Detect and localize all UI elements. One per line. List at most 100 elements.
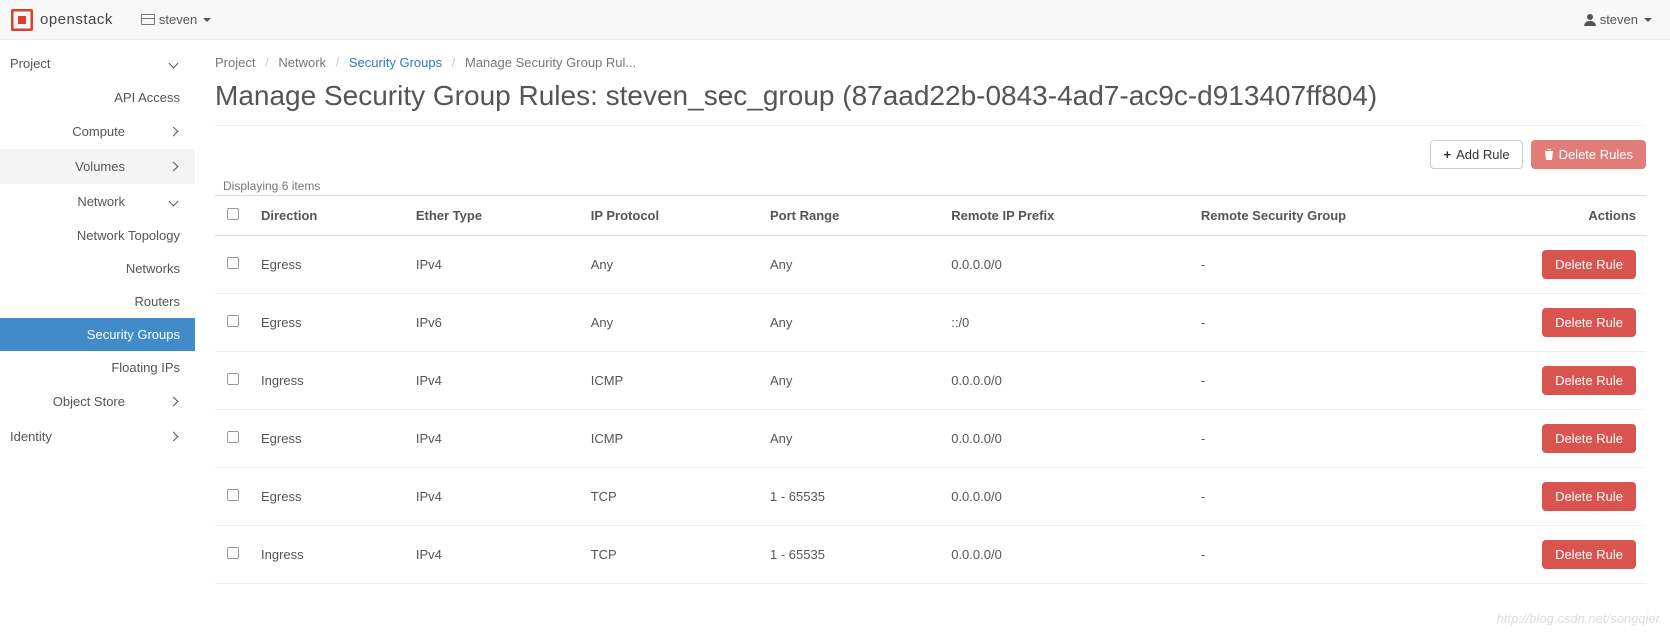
delete-rule-button[interactable]: Delete Rule	[1542, 250, 1636, 279]
sidebar-item-api-access[interactable]: API Access	[0, 81, 195, 114]
table-header-row: Direction Ether Type IP Protocol Port Ra…	[215, 196, 1646, 236]
cell-remote-ip: 0.0.0.0/0	[941, 352, 1191, 410]
chevron-right-icon	[169, 127, 179, 137]
sidebar-item-networks[interactable]: Networks	[0, 252, 195, 285]
sidebar-item-security-groups[interactable]: Security Groups	[0, 318, 195, 351]
sidebar: Project API Access Compute Volumes Netwo…	[0, 40, 195, 584]
col-ip-protocol[interactable]: IP Protocol	[581, 196, 760, 236]
trash-icon	[1544, 149, 1554, 161]
cell-direction: Egress	[251, 410, 406, 468]
chevron-down-icon	[169, 197, 179, 207]
user-label: steven	[1600, 12, 1638, 27]
delete-rules-button[interactable]: Delete Rules	[1531, 140, 1646, 169]
sidebar-section-object-store[interactable]: Object Store	[0, 384, 195, 419]
add-rule-button[interactable]: + Add Rule	[1430, 140, 1522, 169]
sidebar-section-identity[interactable]: Identity	[0, 419, 195, 454]
sidebar-item-label: Floating IPs	[111, 360, 180, 375]
breadcrumb-current: Manage Security Group Rul...	[465, 55, 636, 70]
breadcrumb-item[interactable]: Project	[215, 55, 255, 70]
cell-ip-protocol: Any	[581, 294, 760, 352]
button-label: Delete Rules	[1559, 147, 1633, 162]
row-checkbox[interactable]	[227, 315, 239, 327]
delete-rule-button[interactable]: Delete Rule	[1542, 540, 1636, 569]
table-row: EgressIPv4TCP1 - 655350.0.0.0/0-Delete R…	[215, 468, 1646, 526]
breadcrumb-sep: /	[452, 55, 456, 70]
button-label: Add Rule	[1456, 147, 1509, 162]
cell-ether-type: IPv4	[406, 468, 581, 526]
table-row: EgressIPv4ICMPAny0.0.0.0/0-Delete Rule	[215, 410, 1646, 468]
user-dropdown[interactable]: steven	[1576, 8, 1660, 31]
sidebar-item-label: Network Topology	[77, 228, 180, 243]
cell-port-range: 1 - 65535	[760, 468, 941, 526]
caret-down-icon	[1644, 18, 1652, 22]
sidebar-section-project[interactable]: Project	[0, 46, 195, 81]
page-title: Manage Security Group Rules: steven_sec_…	[215, 78, 1646, 126]
chevron-down-icon	[169, 59, 179, 69]
breadcrumb-item[interactable]: Network	[278, 55, 326, 70]
row-checkbox[interactable]	[227, 431, 239, 443]
sidebar-label: Volumes	[75, 159, 125, 174]
row-checkbox[interactable]	[227, 547, 239, 559]
table-row: EgressIPv6AnyAny::/0-Delete Rule	[215, 294, 1646, 352]
domain-icon	[141, 14, 155, 25]
cell-remote-sg: -	[1191, 526, 1526, 584]
cell-ip-protocol: TCP	[581, 526, 760, 584]
cell-remote-sg: -	[1191, 294, 1526, 352]
delete-rule-button[interactable]: Delete Rule	[1542, 424, 1636, 453]
row-checkbox[interactable]	[227, 373, 239, 385]
breadcrumb-sep: /	[336, 55, 340, 70]
table-row: IngressIPv4ICMPAny0.0.0.0/0-Delete Rule	[215, 352, 1646, 410]
table-row: IngressIPv4TCP1 - 655350.0.0.0/0-Delete …	[215, 526, 1646, 584]
col-ether-type[interactable]: Ether Type	[406, 196, 581, 236]
sidebar-item-floating-ips[interactable]: Floating IPs	[0, 351, 195, 384]
layout: Project API Access Compute Volumes Netwo…	[0, 40, 1670, 584]
delete-rule-button[interactable]: Delete Rule	[1542, 366, 1636, 395]
sidebar-item-routers[interactable]: Routers	[0, 285, 195, 318]
brand-text: openstack	[40, 11, 113, 28]
cell-remote-ip: ::/0	[941, 294, 1191, 352]
breadcrumb: Project / Network / Security Groups / Ma…	[215, 55, 1646, 70]
cell-direction: Ingress	[251, 526, 406, 584]
tenant-dropdown[interactable]: steven	[133, 8, 219, 31]
cell-ether-type: IPv4	[406, 352, 581, 410]
col-remote-ip[interactable]: Remote IP Prefix	[941, 196, 1191, 236]
col-direction[interactable]: Direction	[251, 196, 406, 236]
row-checkbox[interactable]	[227, 257, 239, 269]
sidebar-item-label: Security Groups	[87, 327, 180, 342]
rules-table: Direction Ether Type IP Protocol Port Ra…	[215, 195, 1646, 584]
user-icon	[1584, 14, 1596, 26]
cell-remote-ip: 0.0.0.0/0	[941, 526, 1191, 584]
cell-ether-type: IPv4	[406, 410, 581, 468]
delete-rule-button[interactable]: Delete Rule	[1542, 308, 1636, 337]
cell-ether-type: IPv6	[406, 294, 581, 352]
select-all-checkbox[interactable]	[227, 208, 239, 220]
sidebar-section-compute[interactable]: Compute	[0, 114, 195, 149]
cell-remote-ip: 0.0.0.0/0	[941, 468, 1191, 526]
sidebar-section-network[interactable]: Network	[0, 184, 195, 219]
item-count: Displaying 6 items	[223, 179, 1646, 193]
delete-rule-button[interactable]: Delete Rule	[1542, 482, 1636, 511]
toolbar: + Add Rule Delete Rules	[215, 140, 1646, 169]
cell-ip-protocol: ICMP	[581, 410, 760, 468]
cell-port-range: Any	[760, 352, 941, 410]
col-remote-sg[interactable]: Remote Security Group	[1191, 196, 1526, 236]
breadcrumb-item[interactable]: Security Groups	[349, 55, 442, 70]
plus-icon: +	[1443, 147, 1451, 162]
cell-port-range: Any	[760, 236, 941, 294]
sidebar-item-label: Routers	[134, 294, 180, 309]
col-port-range[interactable]: Port Range	[760, 196, 941, 236]
row-checkbox[interactable]	[227, 489, 239, 501]
sidebar-label: Compute	[72, 124, 125, 139]
tenant-label: steven	[159, 12, 197, 27]
cell-remote-sg: -	[1191, 468, 1526, 526]
caret-down-icon	[203, 18, 211, 22]
chevron-right-icon	[169, 162, 179, 172]
cell-ip-protocol: Any	[581, 236, 760, 294]
sidebar-item-label: API Access	[114, 90, 180, 105]
sidebar-item-network-topology[interactable]: Network Topology	[0, 219, 195, 252]
sidebar-section-volumes[interactable]: Volumes	[0, 149, 195, 184]
sidebar-label: Network	[77, 194, 125, 209]
cell-direction: Egress	[251, 468, 406, 526]
brand: openstack	[10, 8, 113, 32]
table-row: EgressIPv4AnyAny0.0.0.0/0-Delete Rule	[215, 236, 1646, 294]
